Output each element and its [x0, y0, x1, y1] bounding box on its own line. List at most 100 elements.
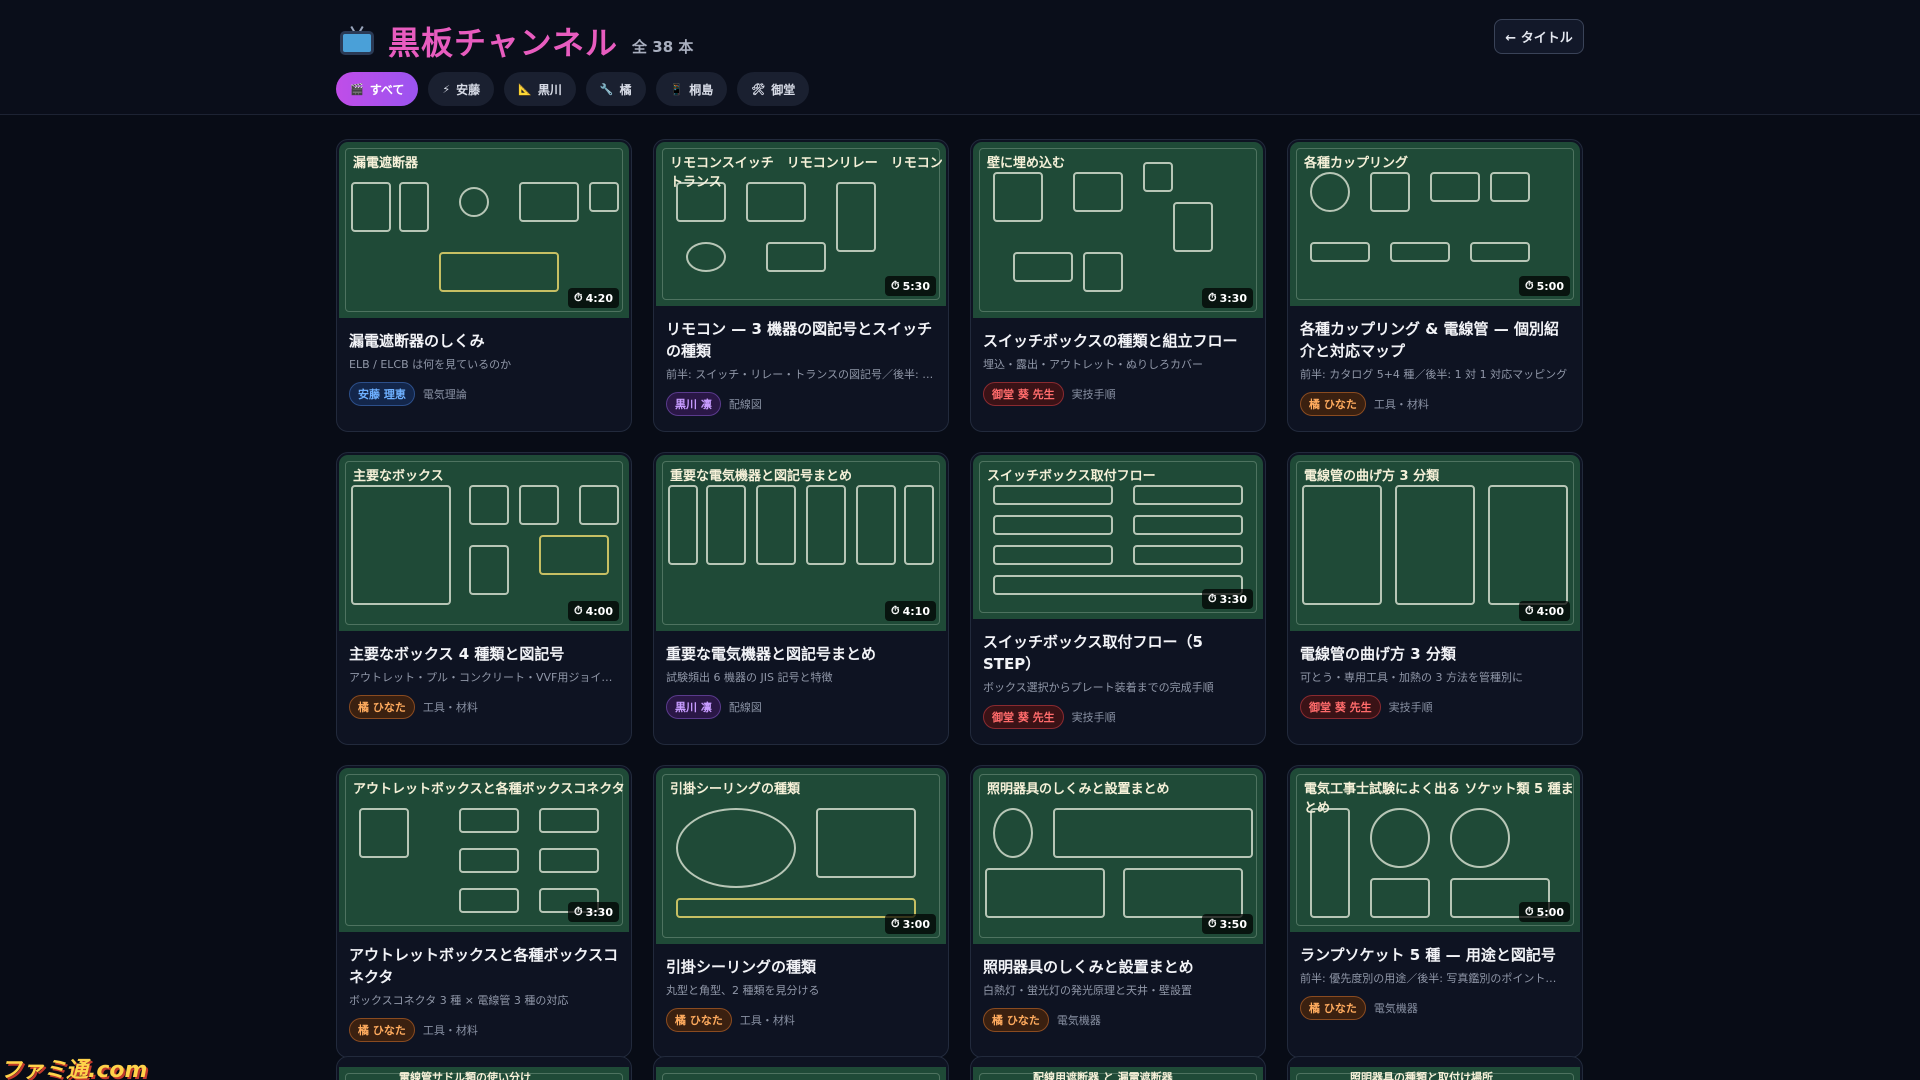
video-card-peek[interactable]: 配線用遮断器 と 漏電遮断器 [970, 1056, 1266, 1080]
video-card[interactable]: 各種カップリング ⏱ 5:00 各種カップリング & 電線管 — 個別紹介と対応マップ… [1287, 139, 1583, 432]
category-label: 配線図 [728, 701, 762, 714]
author-badge: 御堂 葵 先生 [983, 705, 1064, 729]
video-thumbnail[interactable]: 壁に埋め込む ⏱ 3:30 [973, 142, 1263, 318]
category-label: 電気機器 [1056, 1014, 1101, 1027]
chalk-sketch [1430, 172, 1480, 202]
video-thumbnail[interactable]: スイッチボックス取付フロー ⏱ 3:30 [973, 455, 1263, 619]
video-card[interactable]: 引掛シーリングの種類 ⏱ 3:00 引掛シーリングの種類 丸型と角型、2 種類を見分ける… [653, 765, 949, 1058]
thumbnail-chalk-title: 主要なボックス [353, 469, 444, 484]
video-thumbnail[interactable] [656, 1067, 946, 1080]
video-card-peek[interactable] [653, 1056, 949, 1080]
video-card[interactable]: 主要なボックス ⏱ 4:00 主要なボックス 4 種類と図記号アウトレット・プル・コン… [336, 452, 632, 745]
duration-badge: ⏱ 5:00 [1519, 276, 1570, 296]
video-thumbnail[interactable]: 主要なボックス ⏱ 4:00 [339, 455, 629, 631]
video-subtitle: 前半: カタログ 5+4 種／後半: 1 対 1 対応マッピング [1300, 368, 1568, 381]
card-body: 電線管の曲げ方 3 分類 可とう・専用工具・加熱の 3 方法を管種別に 御堂 葵 先… [1300, 643, 1570, 719]
filter-label: 橘 [619, 82, 632, 97]
video-thumbnail[interactable]: 引掛シーリングの種類 ⏱ 3:00 [656, 768, 946, 944]
video-thumbnail[interactable]: 配線用遮断器 と 漏電遮断器 [973, 1067, 1263, 1080]
thumbnail-chalk-title: 壁に埋め込む [987, 156, 1066, 171]
video-thumbnail[interactable]: アウトレットボックスと各種ボックスコネクタ ⏱ 3:30 [339, 768, 629, 932]
category-label: 工具・材料 [422, 701, 478, 714]
video-card[interactable]: 照明器具のしくみと設置まとめ ⏱ 3:50 照明器具のしくみと設置まとめ 白熱灯・蛍光灯… [970, 765, 1266, 1058]
video-thumbnail[interactable]: 重要な電気機器と図記号まとめ ⏱ 4:10 [656, 455, 946, 631]
video-title[interactable]: スイッチボックスの種類と組立フロー [983, 330, 1253, 352]
author-filter-bar: 🎬 すべて ⚡ 安藤 📐 黒川 🔧 橘 📱 桐島 🛠 御堂 [336, 72, 810, 106]
filter-chip-all[interactable]: 🎬 すべて [336, 72, 419, 106]
video-thumbnail[interactable]: リモコンスイッチ リモコンリレー リモコントランス ⏱ 5:30 [656, 142, 946, 306]
duration-text: 3:30 [1219, 592, 1247, 606]
video-title[interactable]: スイッチボックス取付フロー（5 STEP） [983, 631, 1253, 675]
video-thumbnail[interactable]: 電線管の曲げ方 3 分類 ⏱ 4:00 [1290, 455, 1580, 631]
chalk-sketch [1488, 485, 1568, 605]
video-thumbnail[interactable]: 漏電遮断器 ⏱ 4:20 [339, 142, 629, 318]
video-card[interactable]: 壁に埋め込む ⏱ 3:30 スイッチボックスの種類と組立フロー 埋込・露出・アウトレット… [970, 139, 1266, 432]
video-card[interactable]: 漏電遮断器 ⏱ 4:20 漏電遮断器のしくみ ELB / ELCB は何を見ているのか安… [336, 139, 632, 432]
video-thumbnail[interactable]: 電気工事士試験によく出る ソケット類 5 種まとめ ⏱ 5:00 [1290, 768, 1580, 932]
video-card[interactable]: スイッチボックス取付フロー ⏱ 3:30 スイッチボックス取付フロー（5 STEP） ボ… [970, 452, 1266, 745]
author-badge: 橘 ひなた [1300, 392, 1366, 416]
filter-chip-tachibana[interactable]: 🔧 橘 [585, 72, 646, 106]
clock-icon: ⏱ [891, 279, 900, 292]
video-card[interactable]: 重要な電気機器と図記号まとめ ⏱ 4:10 重要な電気機器と図記号まとめ 試験頻出 6 … [653, 452, 949, 745]
video-thumbnail[interactable]: 各種カップリング ⏱ 5:00 [1290, 142, 1580, 306]
chalk-sketch [904, 485, 934, 565]
chalk-sketch [459, 808, 519, 833]
video-thumbnail[interactable]: 照明器具の種類と取付け場所 [1290, 1067, 1580, 1080]
card-body: 重要な電気機器と図記号まとめ 試験頻出 6 機器の JIS 記号と特徴 黒川 凛配線… [666, 643, 936, 719]
chalk-sketch [1490, 172, 1530, 202]
video-title[interactable]: ランプソケット 5 種 — 用途と図記号 [1300, 944, 1570, 966]
video-title[interactable]: 各種カップリング & 電線管 — 個別紹介と対応マップ [1300, 318, 1570, 362]
video-card[interactable]: 電線管の曲げ方 3 分類 ⏱ 4:00 電線管の曲げ方 3 分類 可とう・専用工具・加熱… [1287, 452, 1583, 745]
video-title[interactable]: 主要なボックス 4 種類と図記号 [349, 643, 619, 665]
video-title[interactable]: 引掛シーリングの種類 [666, 956, 936, 978]
chalk-sketch [676, 182, 726, 222]
video-card-peek[interactable]: 照明器具の種類と取付け場所 [1287, 1056, 1583, 1080]
chalk-sketch [856, 485, 896, 565]
video-title[interactable]: 照明器具のしくみと設置まとめ [983, 956, 1253, 978]
lightning-icon: ⚡ [442, 82, 451, 96]
filter-label: すべて [369, 82, 405, 97]
video-thumbnail[interactable]: 電線管サドル類の使い分け [339, 1067, 629, 1080]
author-badge: 黒川 凛 [666, 392, 721, 416]
wrench-icon: 🔧 [599, 82, 614, 96]
chalk-sketch [539, 848, 599, 873]
video-title[interactable]: 漏電遮断器のしくみ [349, 330, 619, 352]
filter-chip-ando[interactable]: ⚡ 安藤 [428, 72, 495, 106]
chalk-sketch [985, 868, 1105, 918]
video-card-peek[interactable]: 電線管サドル類の使い分け [336, 1056, 632, 1080]
video-thumbnail[interactable]: 照明器具のしくみと設置まとめ ⏱ 3:50 [973, 768, 1263, 944]
chalk-sketch [351, 182, 391, 232]
clapper-icon: 🎬 [350, 82, 364, 96]
video-subtitle: アウトレット・プル・コンクリート・VVF用ジョイント [349, 671, 619, 684]
chalk-sketch [676, 808, 796, 888]
chalk-sketch [1133, 515, 1243, 535]
video-meta: 御堂 葵 先生 実技手順 [983, 705, 1253, 729]
video-meta: 橘 ひなた 工具・材料 [349, 695, 619, 719]
chalk-sketch [1370, 808, 1430, 868]
chalk-sketch [806, 485, 846, 565]
chalk-sketch [686, 242, 726, 272]
tools-icon: 🛠 [751, 82, 766, 96]
chalk-sketch [1370, 172, 1410, 212]
chalk-sketch [816, 808, 916, 878]
filter-chip-mido[interactable]: 🛠 御堂 [737, 72, 810, 106]
video-card[interactable]: アウトレットボックスと各種ボックスコネクタ ⏱ 3:30 アウトレットボックスと各種ボ… [336, 765, 632, 1058]
thumbnail-chalk-title: 照明器具の種類と取付け場所 [1350, 1071, 1493, 1080]
category-label: 配線図 [728, 398, 762, 411]
video-card[interactable]: リモコンスイッチ リモコンリレー リモコントランス ⏱ 5:30 リモコン — 3 機… [653, 139, 949, 432]
filter-chip-kurokawa[interactable]: 📐 黒川 [504, 72, 576, 106]
back-to-title-button[interactable]: ← タイトル [1494, 19, 1584, 54]
chalk-sketch [1133, 545, 1243, 565]
top-bar: 黒板チャンネル 全 38 本 ← タイトル 🎬 すべて ⚡ 安藤 📐 黒川 🔧 橘 📱 桐… [0, 0, 1920, 115]
author-badge: 橘 ひなた [1300, 996, 1366, 1020]
chalk-sketch [1470, 242, 1530, 262]
video-title[interactable]: アウトレットボックスと各種ボックスコネクタ [349, 944, 619, 988]
video-card[interactable]: 電気工事士試験によく出る ソケット類 5 種まとめ ⏱ 5:00 ランプソケット 5 … [1287, 765, 1583, 1058]
video-title[interactable]: 電線管の曲げ方 3 分類 [1300, 643, 1570, 665]
filter-label: 桐島 [689, 82, 714, 97]
video-title[interactable]: リモコン — 3 機器の図記号とスイッチの種類 [666, 318, 936, 362]
filter-chip-kirishima[interactable]: 📱 桐島 [655, 72, 728, 106]
category-label: 実技手順 [1071, 388, 1116, 401]
video-title[interactable]: 重要な電気機器と図記号まとめ [666, 643, 936, 665]
